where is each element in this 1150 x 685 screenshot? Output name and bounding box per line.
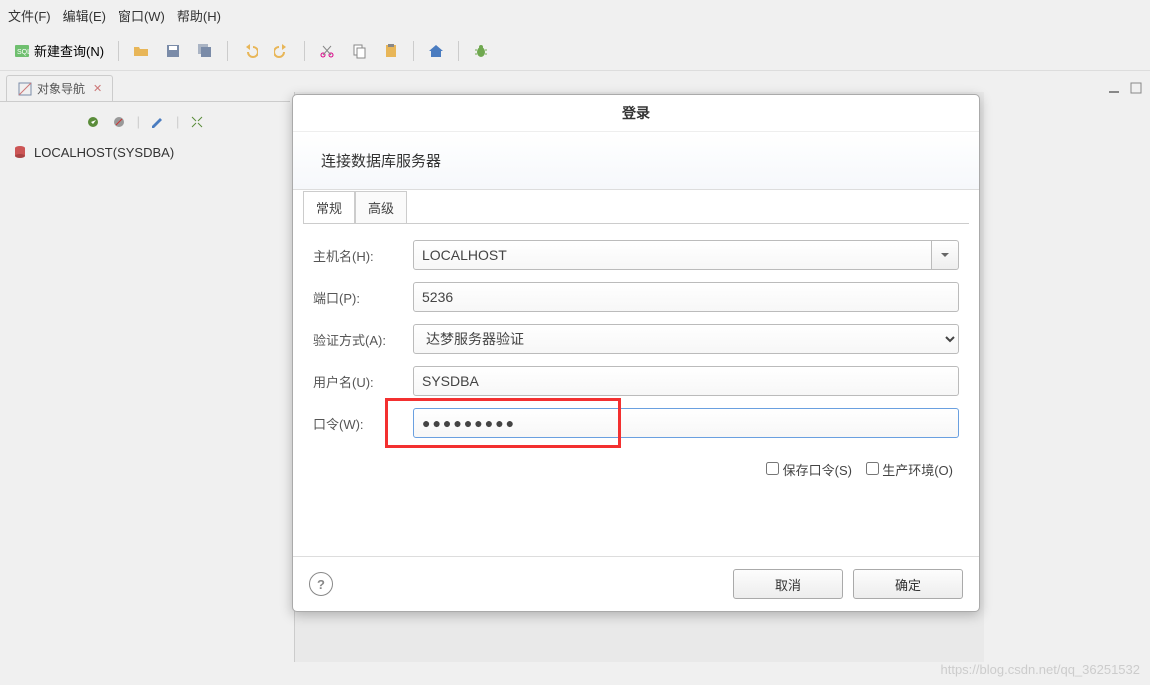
save-button[interactable]: [159, 39, 187, 63]
toolbar-separator: [304, 41, 305, 61]
minimize-icon[interactable]: [1106, 80, 1122, 96]
database-icon: [12, 144, 28, 160]
scissors-icon: [319, 43, 335, 59]
connect-icon[interactable]: [85, 114, 101, 130]
hostname-dropdown-button[interactable]: [932, 240, 959, 270]
undo-button[interactable]: [236, 39, 264, 63]
dialog-title: 登录: [293, 95, 979, 132]
dialog-subtitle: 连接数据库服务器: [293, 132, 979, 189]
undo-icon: [242, 43, 258, 59]
hostname-input[interactable]: [413, 240, 932, 270]
hostname-label: 主机名(H):: [313, 246, 403, 265]
toolbar-separator: [118, 41, 119, 61]
bug-icon: [473, 43, 489, 59]
redo-icon: [274, 43, 290, 59]
paste-icon: [383, 43, 399, 59]
port-input[interactable]: [413, 282, 959, 312]
sidebar-separator: |: [137, 114, 140, 130]
login-form: 主机名(H): 端口(P): 验证方式(A): 达梦服务器验证 用户名(U): …: [303, 223, 969, 454]
cut-button[interactable]: [313, 39, 341, 63]
hostname-field-wrap: [413, 240, 959, 270]
home-icon: [428, 43, 444, 59]
toolbar-separator: [458, 41, 459, 61]
tree-item-label: LOCALHOST(SYSDBA): [34, 145, 174, 160]
login-dialog: 登录 连接数据库服务器 常规 高级 主机名(H): 端口(P): 验证方式(A)…: [292, 94, 980, 612]
save-password-checkbox[interactable]: 保存口令(S): [766, 463, 852, 478]
dialog-tabs: 常规 高级: [303, 190, 969, 223]
save-password-input[interactable]: [766, 462, 779, 475]
home-button[interactable]: [422, 39, 450, 63]
chevron-down-icon: [940, 250, 950, 260]
expand-icon[interactable]: [189, 114, 205, 130]
maximize-icon[interactable]: [1128, 80, 1144, 96]
dialog-body: 常规 高级 主机名(H): 端口(P): 验证方式(A): 达梦服务器验证 用户…: [293, 189, 979, 556]
dialog-checkboxes: 保存口令(S) 生产环境(O): [303, 454, 969, 489]
tree-item-localhost[interactable]: LOCALHOST(SYSDBA): [8, 140, 282, 164]
svg-text:SQL: SQL: [17, 49, 30, 56]
sql-icon: SQL: [14, 43, 30, 59]
open-button[interactable]: [127, 39, 155, 63]
sidebar: | | LOCALHOST(SYSDBA): [0, 101, 290, 661]
save-all-icon: [197, 43, 213, 59]
auth-select[interactable]: 达梦服务器验证: [413, 324, 959, 354]
paste-button[interactable]: [377, 39, 405, 63]
dialog-footer: ? 取消 确定: [293, 556, 979, 611]
auth-label: 验证方式(A):: [313, 330, 403, 349]
password-label: 口令(W):: [313, 414, 403, 433]
save-all-button[interactable]: [191, 39, 219, 63]
password-input[interactable]: [413, 408, 959, 438]
port-label: 端口(P):: [313, 288, 403, 307]
object-nav-label: 对象导航: [37, 80, 85, 97]
folder-open-icon: [133, 43, 149, 59]
new-query-button[interactable]: SQL 新建查询(N): [8, 37, 110, 64]
new-query-label: 新建查询(N): [34, 41, 104, 60]
debug-button[interactable]: [467, 39, 495, 63]
disconnect-icon[interactable]: [111, 114, 127, 130]
main-toolbar: SQL 新建查询(N): [0, 31, 1150, 71]
menu-edit[interactable]: 编辑(E): [63, 6, 106, 25]
cancel-button[interactable]: 取消: [733, 569, 843, 599]
close-tab-icon[interactable]: ✕: [93, 82, 102, 95]
watermark: https://blog.csdn.net/qq_36251532: [941, 662, 1141, 677]
user-label: 用户名(U):: [313, 372, 403, 391]
menu-bar: 文件(F) 编辑(E) 窗口(W) 帮助(H): [0, 0, 1150, 31]
production-input[interactable]: [866, 462, 879, 475]
sidebar-toolbar: | |: [8, 110, 282, 140]
menu-file[interactable]: 文件(F): [8, 6, 51, 25]
production-checkbox[interactable]: 生产环境(O): [866, 463, 953, 478]
object-nav-tab[interactable]: 对象导航 ✕: [6, 75, 113, 101]
copy-icon: [351, 43, 367, 59]
tab-advanced[interactable]: 高级: [355, 191, 407, 224]
username-input[interactable]: [413, 366, 959, 396]
redo-button[interactable]: [268, 39, 296, 63]
nav-icon: [17, 81, 33, 97]
help-button[interactable]: ?: [309, 572, 333, 596]
menu-help[interactable]: 帮助(H): [177, 6, 221, 25]
menu-window[interactable]: 窗口(W): [118, 6, 165, 25]
toolbar-separator: [413, 41, 414, 61]
toolbar-separator: [227, 41, 228, 61]
copy-button[interactable]: [345, 39, 373, 63]
save-icon: [165, 43, 181, 59]
ok-button[interactable]: 确定: [853, 569, 963, 599]
edit-icon[interactable]: [150, 114, 166, 130]
sidebar-separator: |: [176, 114, 179, 130]
tab-general[interactable]: 常规: [303, 191, 355, 224]
question-icon: ?: [317, 577, 325, 592]
